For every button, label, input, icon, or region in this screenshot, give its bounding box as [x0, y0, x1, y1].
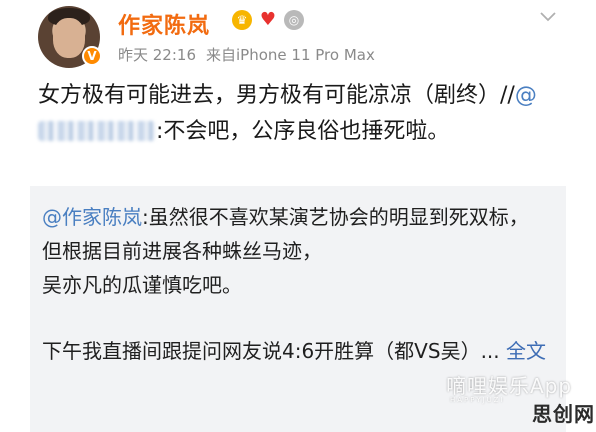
post-time: 昨天 22:16	[118, 46, 196, 64]
post-meta: 昨天 22:16 来自iPhone 11 Pro Max	[118, 44, 375, 65]
post-source: 来自iPhone 11 Pro Max	[206, 46, 375, 64]
quoted-line-2: 但根据目前进展各种蛛丝马迹，	[42, 239, 322, 263]
watermark-brand: 思创网	[532, 402, 595, 426]
repost-mention[interactable]: @	[515, 83, 537, 108]
author-name[interactable]: 作家陈岚	[118, 8, 210, 40]
read-more-link[interactable]: 全文	[506, 339, 546, 363]
heart-badge-icon[interactable]: ♥	[258, 10, 278, 30]
blurred-username	[38, 121, 156, 141]
post-text-repost: :不会吧，公序良俗也捶死啦。	[156, 119, 450, 144]
quoted-text: @作家陈岚:虽然很不喜欢某演艺协会的明显到死双标， 但根据目前进展各种蛛丝马迹，…	[42, 200, 552, 368]
quoted-line-4-text: 下午我直播间跟提问网友说4:6开胜算（都VS吴）...	[42, 339, 500, 363]
post-text-main: 女方极有可能进去，男方极有可能凉凉（剧终）//	[38, 83, 515, 108]
author-badges: ♛ ♥ ◎	[232, 10, 304, 30]
post-body: 女方极有可能进去，男方极有可能凉凉（剧终）//@ :不会吧，公序良俗也捶死啦。	[38, 78, 538, 150]
medal-badge-icon[interactable]: ◎	[284, 10, 304, 30]
avatar-face	[53, 18, 85, 58]
quoted-line-1: @作家陈岚:虽然很不喜欢某演艺协会的明显到死双标，	[42, 200, 552, 234]
quoted-line-4: 下午我直播间跟提问网友说4:6开胜算（都VS吴）... 全文	[42, 334, 552, 368]
chevron-down-icon[interactable]	[540, 12, 556, 22]
quoted-line-1-text: :虽然很不喜欢某演艺协会的明显到死双标，	[142, 205, 529, 229]
post-header: V 作家陈岚 ♛ ♥ ◎ 昨天 22:16 来自iPhone 11 Pro Max	[0, 0, 596, 74]
watermark-sub: HAPPYJUZI	[450, 396, 505, 404]
quoted-line-3: 吴亦凡的瓜谨慎吃吧。	[42, 273, 242, 297]
watermark: 嘀哩娱乐App HAPPYJUZI 思创网	[446, 368, 596, 432]
verified-badge-icon: V	[82, 46, 102, 66]
quoted-author-mention[interactable]: @作家陈岚	[42, 205, 142, 229]
quoted-gap	[42, 302, 552, 334]
crown-badge-icon[interactable]: ♛	[232, 10, 252, 30]
watermark-main: 嘀哩娱乐App	[446, 374, 573, 398]
